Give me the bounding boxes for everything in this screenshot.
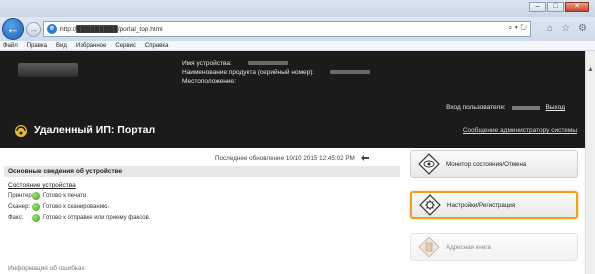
menu-file[interactable]: Файл bbox=[3, 43, 18, 49]
error-info-heading: Информация об ошибках bbox=[8, 265, 85, 272]
portal-header: Имя устройства: Наименование продукта (с… bbox=[0, 51, 585, 148]
home-icon[interactable]: ⌂ bbox=[547, 23, 553, 34]
panel-settings-registration[interactable]: Настройки/Регистрация bbox=[410, 191, 578, 219]
address-controls[interactable]: ⌕ ▾ ↻ bbox=[508, 23, 527, 33]
panel-label: Адресная книга bbox=[446, 243, 491, 251]
login-info: Вход пользователя: Выход bbox=[446, 104, 565, 111]
maximize-button[interactable]: □ bbox=[547, 2, 564, 12]
forward-button[interactable]: → bbox=[26, 22, 41, 37]
page-title: Удаленный ИП: Портал bbox=[34, 124, 156, 136]
brand-logo bbox=[18, 63, 78, 77]
menu-favorites[interactable]: Избранное bbox=[76, 43, 106, 49]
device-info: Имя устройства: Наименование продукта (с… bbox=[182, 59, 371, 86]
status-ok-icon bbox=[32, 203, 40, 211]
state-label: Принтер: bbox=[8, 193, 34, 199]
panel-address-book[interactable]: Адресная книга bbox=[410, 233, 578, 261]
browser-navbar: ← → e http://█████████/portal_top.html ⌕… bbox=[0, 17, 595, 41]
last-update: Последнее обновление 10/10 2015 12:45:02… bbox=[215, 153, 371, 163]
window-controls: – □ ✕ bbox=[529, 2, 589, 12]
back-button[interactable]: ← bbox=[2, 18, 24, 40]
last-update-text: Последнее обновление 10/10 2015 12:45:02… bbox=[215, 154, 355, 162]
state-row-printer: Принтер: Готово к печати. bbox=[8, 192, 88, 200]
panel-status-monitor[interactable]: Монитор состояния/Отмена bbox=[410, 150, 578, 178]
status-ok-icon bbox=[32, 214, 40, 222]
browser-titlebar: – □ ✕ bbox=[0, 0, 595, 17]
state-status: Готово к сканированию. bbox=[43, 204, 110, 210]
star-icon[interactable]: ☆ bbox=[561, 23, 570, 34]
section-title: Основные сведения об устройстве bbox=[4, 166, 400, 177]
scroll-up-icon[interactable]: ▲ bbox=[587, 66, 594, 73]
state-status: Готово к отправке или приему факсов. bbox=[43, 215, 151, 221]
status-ok-icon bbox=[32, 192, 40, 200]
vertical-scrollbar[interactable]: ▲ bbox=[585, 51, 595, 274]
location-label: Местоположение: bbox=[182, 78, 236, 85]
portal-home-icon bbox=[15, 125, 27, 137]
admin-message-link[interactable]: Сообщение администратору системы bbox=[463, 127, 577, 134]
login-user-label: Вход пользователя: bbox=[446, 104, 506, 111]
state-label: Факс: bbox=[8, 215, 24, 221]
monitor-eye-icon bbox=[418, 153, 440, 175]
logout-link[interactable]: Выход bbox=[546, 104, 565, 111]
product-name-label: Наименование продукта (серийный номер): bbox=[182, 69, 315, 76]
browser-toolbar-icons: ⌂ ☆ ⚙ bbox=[547, 23, 587, 34]
refresh-icon[interactable] bbox=[359, 153, 371, 163]
minimize-button[interactable]: – bbox=[529, 2, 546, 12]
close-button[interactable]: ✕ bbox=[565, 2, 589, 12]
address-bar[interactable]: e http://█████████/portal_top.html ⌕ ▾ ↻ bbox=[43, 21, 531, 37]
menu-edit[interactable]: Правка bbox=[27, 43, 47, 49]
menu-view[interactable]: Вид bbox=[56, 43, 67, 49]
state-row-fax: Факс: Готово к отправке или приему факсо… bbox=[8, 214, 150, 222]
state-label: Сканер: bbox=[8, 204, 31, 210]
device-state-title: Состояние устройства bbox=[8, 182, 76, 189]
browser-menubar: Файл Правка Вид Избранное Сервис Справка bbox=[0, 41, 595, 51]
settings-gear-icon bbox=[419, 194, 441, 216]
ie-page-icon: e bbox=[47, 24, 57, 34]
state-row-scanner: Сканер: Готово к сканированию. bbox=[8, 203, 109, 211]
address-book-icon bbox=[418, 236, 440, 258]
menu-help[interactable]: Справка bbox=[145, 43, 169, 49]
panel-label: Монитор состояния/Отмена bbox=[446, 160, 527, 168]
device-name-label: Имя устройства: bbox=[182, 60, 232, 67]
gear-icon[interactable]: ⚙ bbox=[578, 23, 587, 34]
address-url[interactable]: http://█████████/portal_top.html bbox=[60, 26, 163, 33]
product-name-value-redacted bbox=[330, 70, 371, 74]
login-user-value-redacted bbox=[511, 105, 540, 110]
menu-tools[interactable]: Сервис bbox=[115, 43, 136, 49]
state-status: Готово к печати. bbox=[43, 193, 88, 199]
device-name-value-redacted bbox=[247, 61, 288, 65]
panel-label: Настройки/Регистрация bbox=[447, 201, 516, 209]
